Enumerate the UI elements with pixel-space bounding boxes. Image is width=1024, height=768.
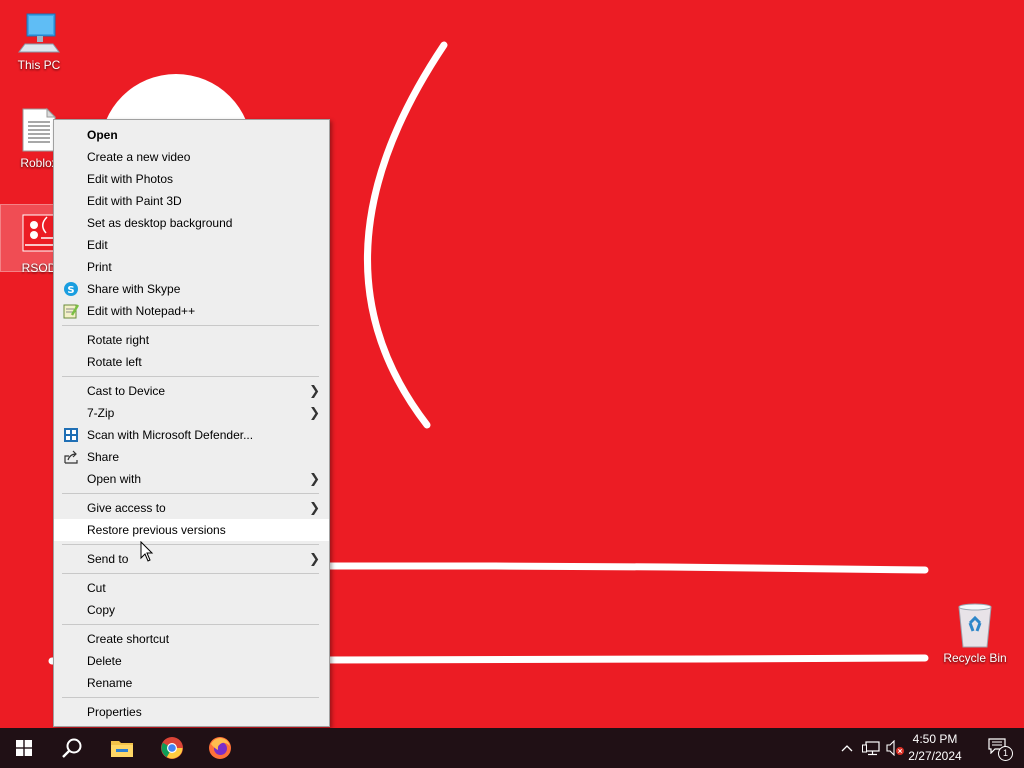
menu-item-label: Edit	[87, 238, 108, 252]
menu-separator	[62, 624, 319, 625]
menu-item-edit-with-photos[interactable]: Edit with Photos	[54, 168, 329, 190]
recycle-bin-icon	[951, 601, 999, 649]
file-explorer-button[interactable]	[98, 728, 146, 768]
notepad-plus-plus-icon	[63, 303, 80, 319]
firefox-button[interactable]	[196, 728, 244, 768]
menu-item-7-zip[interactable]: 7-Zip ❯	[54, 402, 329, 424]
desktop-icon-recycle-bin[interactable]: Recycle Bin	[937, 601, 1013, 667]
menu-separator	[62, 697, 319, 698]
menu-item-properties[interactable]: Properties	[54, 701, 329, 723]
menu-item-share[interactable]: Share	[54, 446, 329, 468]
desktop-icon-this-pc[interactable]: This PC	[1, 8, 77, 74]
menu-item-label: Send to	[87, 552, 129, 566]
menu-item-label: Edit with Paint 3D	[87, 194, 182, 208]
menu-item-print[interactable]: Print	[54, 256, 329, 278]
menu-item-send-to[interactable]: Send to ❯	[54, 548, 329, 570]
menu-item-open-with[interactable]: Open with ❯	[54, 468, 329, 490]
taskbar: 4:50 PM 2/27/2024 1	[0, 728, 1024, 768]
mouse-cursor-icon	[140, 541, 154, 562]
menu-item-set-desktop-background[interactable]: Set as desktop background	[54, 212, 329, 234]
submenu-arrow-icon: ❯	[309, 383, 320, 398]
menu-item-label: Cast to Device	[87, 384, 166, 398]
svg-text:S: S	[67, 285, 74, 296]
chrome-icon	[161, 737, 183, 759]
network-button[interactable]	[860, 728, 882, 768]
menu-item-create-video[interactable]: Create a new video	[54, 146, 329, 168]
menu-separator	[62, 573, 319, 574]
menu-item-delete[interactable]: Delete	[54, 650, 329, 672]
desktop[interactable]: This PC Roblox RSOD Recycle Bin Open Cre…	[0, 0, 1024, 728]
chevron-up-icon	[841, 745, 853, 752]
menu-item-edit-with-paint-3d[interactable]: Edit with Paint 3D	[54, 190, 329, 212]
menu-item-label: 7-Zip	[87, 406, 115, 420]
menu-item-label: Share	[87, 450, 120, 464]
submenu-arrow-icon: ❯	[309, 405, 320, 420]
menu-separator	[62, 376, 319, 377]
menu-item-label: Properties	[87, 705, 142, 719]
menu-item-label: Rename	[87, 676, 133, 690]
menu-item-edit[interactable]: Edit	[54, 234, 329, 256]
menu-item-give-access-to[interactable]: Give access to ❯	[54, 497, 329, 519]
action-center-icon: 1	[988, 738, 1013, 761]
menu-item-rotate-left[interactable]: Rotate left	[54, 351, 329, 373]
menu-item-label: Rotate right	[87, 333, 150, 347]
clock-time: 4:50 PM	[912, 732, 958, 746]
search-button[interactable]	[48, 728, 96, 768]
submenu-arrow-icon: ❯	[309, 500, 320, 515]
menu-item-create-shortcut[interactable]: Create shortcut	[54, 628, 329, 650]
action-center-button[interactable]: 1	[980, 728, 1016, 768]
defender-icon	[63, 427, 79, 443]
desktop-icon-label: This PC	[17, 58, 61, 72]
menu-item-label: Print	[87, 260, 112, 274]
menu-separator	[62, 493, 319, 494]
clock-date: 2/27/2024	[908, 749, 962, 763]
menu-item-label: Restore previous versions	[87, 523, 226, 537]
notification-count-badge: 1	[998, 746, 1013, 761]
menu-item-label: Cut	[87, 581, 106, 595]
show-hidden-icons-button[interactable]	[838, 728, 856, 768]
clock[interactable]: 4:50 PM 2/27/2024	[902, 731, 968, 765]
share-icon	[63, 449, 79, 465]
menu-separator	[62, 325, 319, 326]
menu-item-label: Share with Skype	[87, 282, 181, 296]
firefox-icon	[209, 737, 231, 759]
menu-item-cut[interactable]: Cut	[54, 577, 329, 599]
menu-item-open[interactable]: Open	[54, 124, 329, 146]
menu-item-label: Give access to	[87, 501, 166, 515]
menu-item-restore-previous-versions[interactable]: Restore previous versions	[54, 519, 329, 541]
menu-separator	[62, 544, 319, 545]
submenu-arrow-icon: ❯	[309, 471, 320, 486]
folder-icon	[111, 741, 133, 757]
menu-item-label: Rotate left	[87, 355, 142, 369]
menu-item-label: Set as desktop background	[87, 216, 233, 230]
desktop-icon-label: Recycle Bin	[943, 651, 1007, 665]
menu-item-label: Create a new video	[87, 150, 191, 164]
computer-icon	[15, 8, 63, 56]
menu-item-copy[interactable]: Copy	[54, 599, 329, 621]
network-icon	[862, 741, 880, 756]
menu-item-cast-to-device[interactable]: Cast to Device ❯	[54, 380, 329, 402]
menu-item-rotate-right[interactable]: Rotate right	[54, 329, 329, 351]
skype-icon: S	[63, 281, 79, 297]
menu-item-label: Copy	[87, 603, 116, 617]
menu-item-rename[interactable]: Rename	[54, 672, 329, 694]
menu-item-label: Open	[87, 128, 118, 142]
menu-item-label: Delete	[87, 654, 122, 668]
menu-item-scan-with-defender[interactable]: Scan with Microsoft Defender...	[54, 424, 329, 446]
menu-item-share-with-skype[interactable]: S Share with Skype	[54, 278, 329, 300]
windows-logo-icon	[16, 740, 32, 756]
menu-item-label: Edit with Photos	[87, 172, 174, 186]
menu-item-label: Edit with Notepad++	[87, 304, 196, 318]
start-button[interactable]	[0, 728, 48, 768]
search-icon	[62, 738, 82, 758]
menu-item-edit-with-notepad-plus-plus[interactable]: Edit with Notepad++	[54, 300, 329, 322]
menu-item-label: Create shortcut	[87, 632, 170, 646]
submenu-arrow-icon: ❯	[309, 551, 320, 566]
chrome-button[interactable]	[148, 728, 196, 768]
context-menu: Open Create a new video Edit with Photos…	[53, 119, 330, 727]
menu-item-label: Scan with Microsoft Defender...	[87, 428, 254, 442]
menu-item-label: Open with	[87, 472, 142, 486]
